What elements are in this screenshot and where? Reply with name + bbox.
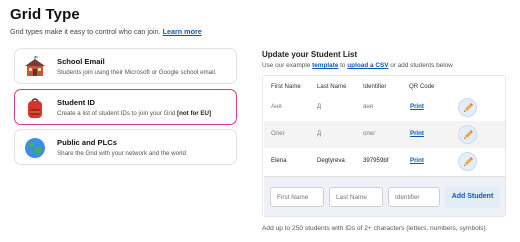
template-link[interactable]: template <box>312 62 338 69</box>
last-name-input[interactable] <box>329 187 383 207</box>
column-header-qr-code: QR Code <box>409 83 435 90</box>
pencil-icon <box>464 103 473 112</box>
page-title: Grid Type <box>10 6 80 23</box>
column-header-identifier: Identifier <box>363 83 387 90</box>
add-student-button[interactable]: Add Student <box>445 186 500 208</box>
globe-icon <box>25 138 45 158</box>
cell-first-name: Elena <box>271 157 287 164</box>
student-list-title: Update your Student List <box>262 50 358 59</box>
school-icon <box>25 56 45 76</box>
subtitle-prefix: Use our example <box>262 62 311 69</box>
cell-last-name: Д <box>317 130 322 137</box>
print-qr-link[interactable]: Print <box>410 130 424 137</box>
backpack-icon <box>28 98 42 118</box>
student-limit-note: Add up to 250 students with IDs of 2+ ch… <box>262 225 488 232</box>
cell-last-name: Degtyreva <box>317 157 345 164</box>
column-header-last-name: Last Name <box>317 83 347 90</box>
grid-type-student-id[interactable]: Student ID Create a list of student IDs … <box>14 89 237 125</box>
cell-identifier: 397959bf <box>363 157 389 164</box>
print-qr-link[interactable]: Print <box>410 103 424 110</box>
edit-student-button[interactable] <box>458 152 477 171</box>
card-description-note: [not for EU] <box>177 110 212 117</box>
card-title: Student ID <box>57 98 95 107</box>
subtitle-text: Grid types make it easy to control who c… <box>10 27 161 36</box>
card-description: Share the Grid with your network and the… <box>57 150 186 157</box>
learn-more-link[interactable]: Learn more <box>163 27 202 36</box>
student-list-subtitle: Use our example template to upload a CSV… <box>262 62 453 69</box>
upload-csv-link[interactable]: upload a CSV <box>347 62 388 69</box>
table-row: Олег Д олег Print <box>264 121 505 148</box>
grid-type-public-plcs[interactable]: Public and PLCs Share the Grid with your… <box>14 129 237 165</box>
add-student-bar: Add Student <box>264 176 505 216</box>
cell-identifier: олег <box>363 130 376 137</box>
card-title: School Email <box>57 57 105 66</box>
edit-student-button[interactable] <box>458 98 477 117</box>
cell-last-name: Д <box>317 103 322 110</box>
first-name-input[interactable] <box>270 187 324 207</box>
cell-first-name: Олег <box>271 130 285 137</box>
identifier-input[interactable] <box>388 187 440 207</box>
grid-type-school-email[interactable]: School Email Students join using their M… <box>14 48 237 84</box>
page-subtitle: Grid types make it easy to control who c… <box>10 27 202 36</box>
student-table: First Name Last Name Identifier QR Code … <box>262 75 506 217</box>
card-description-text: Create a list of student IDs to join you… <box>57 110 176 117</box>
pencil-icon <box>464 157 473 166</box>
card-description: Create a list of student IDs to join you… <box>57 110 211 117</box>
cell-first-name: Аня <box>271 103 282 110</box>
print-qr-link[interactable]: Print <box>410 157 424 164</box>
cell-identifier: аня <box>363 103 374 110</box>
subtitle-mid: to <box>340 62 346 69</box>
table-row: Elena Degtyreva 397959bf Print <box>264 148 505 175</box>
subtitle-suffix: or add students below <box>390 62 453 69</box>
card-description: Students join using their Microsoft or G… <box>57 69 217 76</box>
card-title: Public and PLCs <box>57 138 117 147</box>
pencil-icon <box>464 130 473 139</box>
column-header-first-name: First Name <box>271 83 301 90</box>
table-row: Аня Д аня Print <box>264 94 505 121</box>
edit-student-button[interactable] <box>458 125 477 144</box>
